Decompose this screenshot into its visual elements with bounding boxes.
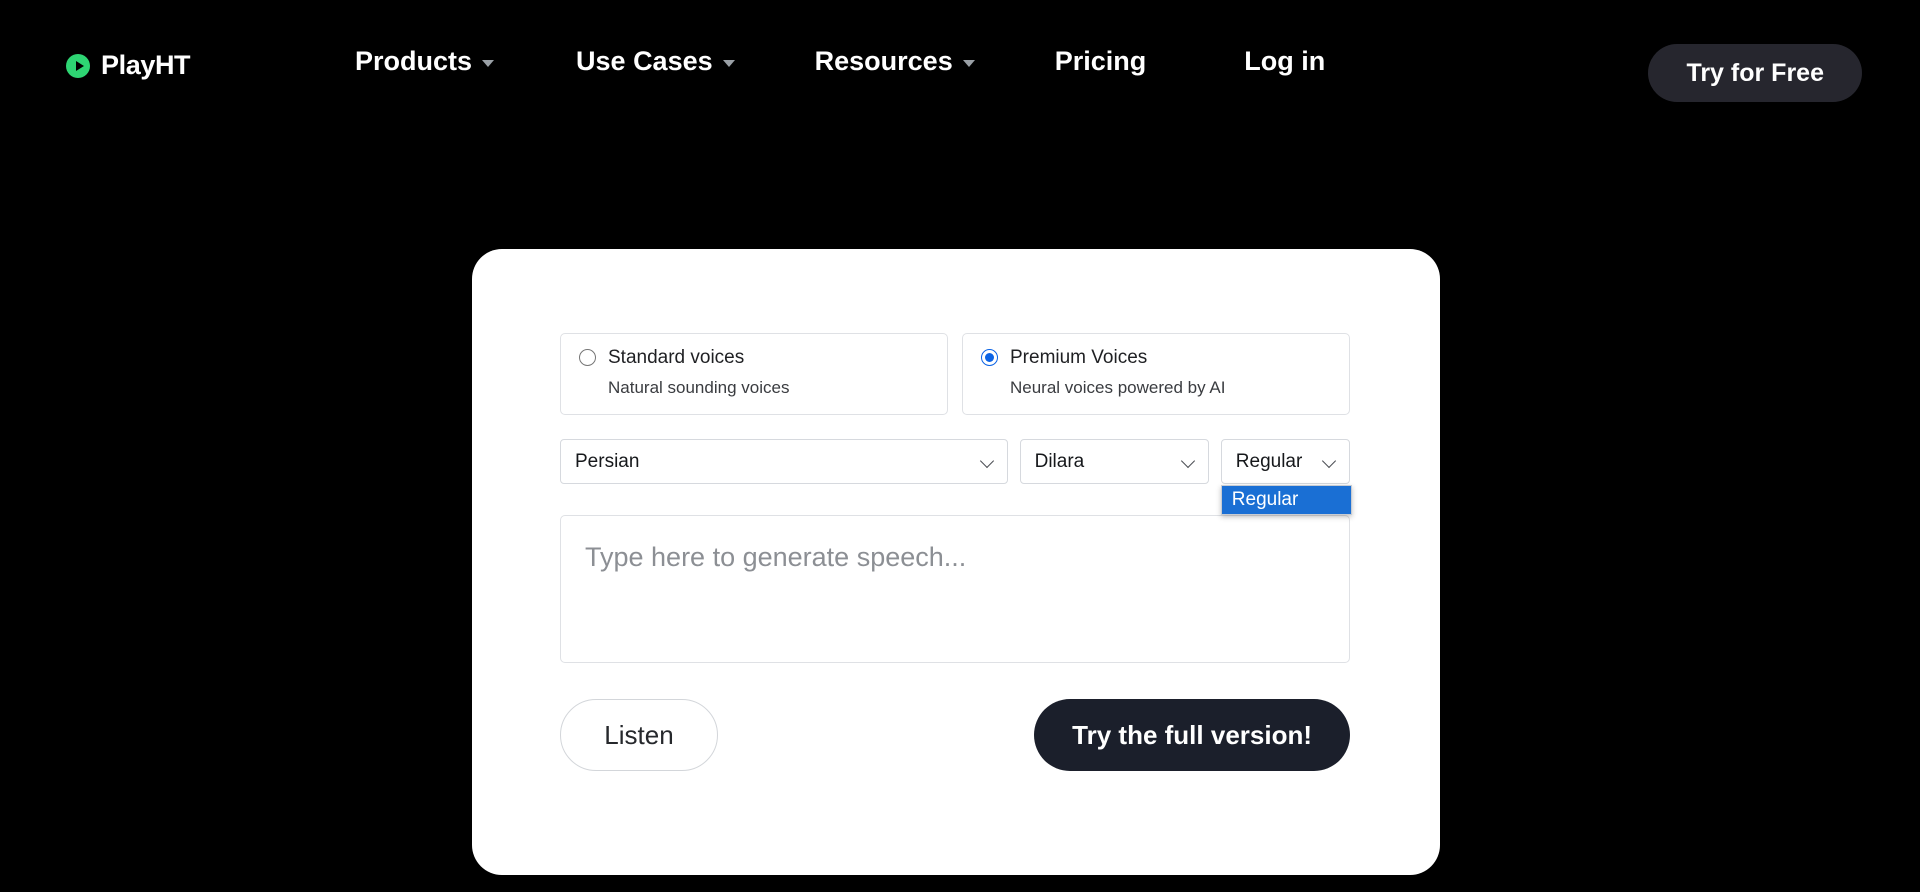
nav-item-resources[interactable]: Resources [815, 46, 975, 77]
login-link[interactable]: Log in [1244, 46, 1325, 77]
brand-name: PlayHT [101, 52, 190, 79]
nav-item-products-label: Products [355, 46, 472, 77]
style-option-regular[interactable]: Regular [1222, 486, 1351, 514]
radio-standard-voices[interactable] [579, 349, 596, 366]
nav-item-pricing[interactable]: Pricing [1055, 46, 1147, 77]
voice-type-radio-group: Standard voices Natural sounding voices … [560, 333, 1350, 415]
nav-item-products[interactable]: Products [355, 46, 494, 77]
speech-input-textarea[interactable] [560, 515, 1350, 663]
play-circle-icon [66, 54, 90, 78]
nav-item-resources-label: Resources [815, 46, 953, 77]
language-select[interactable]: Persian [560, 439, 1008, 484]
nav-item-use-cases-label: Use Cases [576, 46, 713, 77]
tts-widget-card: Standard voices Natural sounding voices … [472, 249, 1440, 875]
voice-option-standard[interactable]: Standard voices Natural sounding voices [560, 333, 948, 415]
nav-item-use-cases[interactable]: Use Cases [576, 46, 735, 77]
site-header: PlayHT Products Use Cases Resources Pric… [0, 0, 1920, 126]
voice-settings-row: Persian Dilara Regular Regular [560, 439, 1350, 484]
chevron-down-icon [1323, 455, 1337, 469]
voice-option-standard-subtitle: Natural sounding voices [608, 379, 929, 396]
brand-logo[interactable]: PlayHT [66, 52, 190, 79]
try-for-free-button[interactable]: Try for Free [1648, 44, 1862, 102]
style-select[interactable]: Regular Regular [1221, 439, 1350, 484]
style-select-value: Regular [1236, 451, 1303, 473]
chevron-down-icon [1182, 455, 1196, 469]
nav-item-pricing-label: Pricing [1055, 46, 1147, 77]
main-navigation: Products Use Cases Resources Pricing Log… [355, 46, 1325, 77]
radio-premium-voices[interactable] [981, 349, 998, 366]
voice-option-premium-subtitle: Neural voices powered by AI [1010, 379, 1331, 396]
language-select-value: Persian [575, 451, 639, 473]
chevron-down-icon [963, 60, 975, 67]
chevron-down-icon [723, 60, 735, 67]
try-full-version-button[interactable]: Try the full version! [1034, 699, 1350, 771]
chevron-down-icon [981, 455, 995, 469]
voice-select-value: Dilara [1035, 451, 1085, 473]
chevron-down-icon [482, 60, 494, 67]
voice-option-premium[interactable]: Premium Voices Neural voices powered by … [962, 333, 1350, 415]
voice-select[interactable]: Dilara [1020, 439, 1209, 484]
listen-button[interactable]: Listen [560, 699, 718, 771]
voice-option-premium-title: Premium Voices [1010, 348, 1147, 367]
voice-option-standard-title: Standard voices [608, 348, 744, 367]
style-select-dropdown: Regular [1221, 485, 1352, 515]
widget-actions: Listen Try the full version! [560, 699, 1350, 771]
